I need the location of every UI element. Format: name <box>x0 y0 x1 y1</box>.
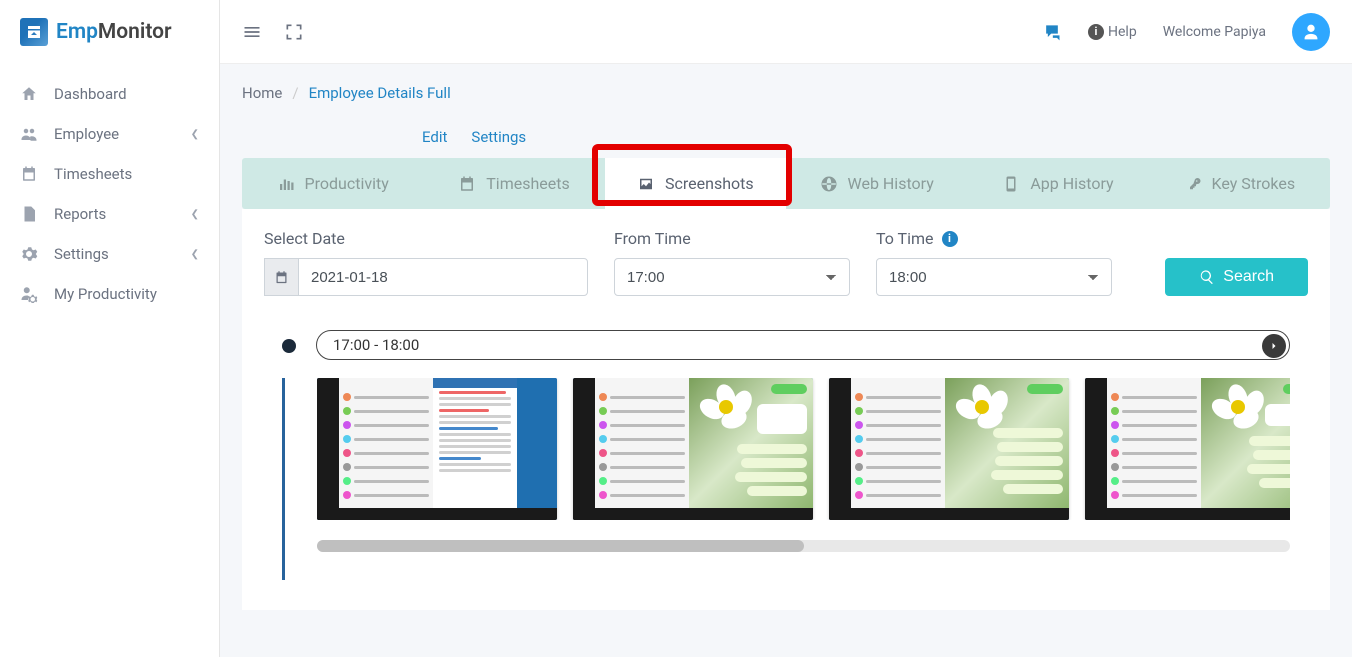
chevron-left-icon: ❮ <box>191 129 199 140</box>
tab-screenshots[interactable]: Screenshots <box>605 158 786 209</box>
content: Home / Employee Details Full Edit Settin… <box>220 64 1352 657</box>
screenshot-thumb[interactable] <box>829 378 1069 520</box>
search-icon <box>1199 269 1215 285</box>
sidebar-item-settings[interactable]: Settings ❮ <box>0 234 219 274</box>
sidebar: EmpMonitor Dashboard Employee ❮ Timeshee… <box>0 0 220 657</box>
screenshot-thumb[interactable] <box>573 378 813 520</box>
action-links: Edit Settings <box>242 128 1330 146</box>
home-icon <box>20 85 38 103</box>
tab-timesheets[interactable]: Timesheets <box>423 158 604 209</box>
tabs: Productivity Timesheets Screenshots Web … <box>242 158 1330 209</box>
menu-toggle-icon[interactable] <box>242 22 262 42</box>
chevron-left-icon: ❮ <box>191 209 199 220</box>
user-gear-icon <box>20 285 38 303</box>
breadcrumb-current[interactable]: Employee Details Full <box>309 84 451 102</box>
sidebar-item-label: Settings <box>54 245 109 263</box>
edit-link[interactable]: Edit <box>422 128 447 146</box>
field-from-time: From Time 17:00 <box>614 229 850 296</box>
main-area: i Help Welcome Papiya Home / Employee De… <box>220 0 1352 657</box>
support-icon[interactable] <box>1042 22 1062 42</box>
screenshot-thumb[interactable] <box>1085 378 1290 520</box>
info-icon[interactable]: i <box>942 231 958 247</box>
sidebar-item-label: Reports <box>54 205 106 223</box>
sidebar-item-label: My Productivity <box>54 285 157 303</box>
logo-text: EmpMonitor <box>56 20 172 44</box>
sidebar-item-label: Timesheets <box>54 165 132 183</box>
sidebar-item-timesheets[interactable]: Timesheets <box>0 154 219 194</box>
calendar-icon[interactable] <box>264 258 298 296</box>
avatar[interactable] <box>1292 13 1330 51</box>
sidebar-item-dashboard[interactable]: Dashboard <box>0 74 219 114</box>
gear-icon <box>20 245 38 263</box>
welcome-text: Welcome Papiya <box>1163 24 1266 40</box>
date-input[interactable] <box>298 258 588 296</box>
topbar: i Help Welcome Papiya <box>220 0 1352 64</box>
screenshot-strip <box>317 378 1290 520</box>
search-button[interactable]: Search <box>1165 258 1308 296</box>
sidebar-item-my-productivity[interactable]: My Productivity <box>0 274 219 314</box>
field-to-time: To Timei 18:00 <box>876 229 1112 296</box>
sidebar-item-reports[interactable]: Reports ❮ <box>0 194 219 234</box>
chevron-left-icon: ❮ <box>191 249 199 260</box>
filter-card: Select Date From Time 17:00 To Timei <box>242 209 1330 610</box>
sidebar-item-label: Employee <box>54 125 119 143</box>
tab-web-history[interactable]: Web History <box>786 158 967 209</box>
document-icon <box>20 205 38 223</box>
tab-app-history[interactable]: App History <box>967 158 1148 209</box>
timeline: 17:00 - 18:00 <box>264 296 1308 590</box>
users-icon <box>20 125 38 143</box>
field-select-date: Select Date <box>264 229 588 296</box>
logo-icon <box>20 18 48 46</box>
timeline-dot <box>282 339 296 353</box>
tab-productivity[interactable]: Productivity <box>242 158 423 209</box>
to-time-select[interactable]: 18:00 <box>876 258 1112 296</box>
breadcrumb-home[interactable]: Home <box>242 84 282 102</box>
sidebar-item-employee[interactable]: Employee ❮ <box>0 114 219 154</box>
fullscreen-icon[interactable] <box>284 22 304 42</box>
calendar-icon <box>20 165 38 183</box>
info-icon: i <box>1088 24 1104 40</box>
field-search: Search <box>1165 258 1308 296</box>
from-time-select[interactable]: 17:00 <box>614 258 850 296</box>
horizontal-scrollbar[interactable] <box>317 540 1290 552</box>
timeline-range-pill: 17:00 - 18:00 <box>316 330 1290 360</box>
help-link[interactable]: i Help <box>1088 24 1137 40</box>
breadcrumb: Home / Employee Details Full <box>242 84 1330 102</box>
logo[interactable]: EmpMonitor <box>0 0 219 64</box>
tab-key-strokes[interactable]: Key Strokes <box>1149 158 1330 209</box>
timeline-next-button[interactable] <box>1262 334 1286 358</box>
screenshot-thumb[interactable] <box>317 378 557 520</box>
sidebar-item-label: Dashboard <box>54 85 127 103</box>
nav-list: Dashboard Employee ❮ Timesheets Reports … <box>0 74 219 314</box>
settings-link[interactable]: Settings <box>471 128 526 146</box>
